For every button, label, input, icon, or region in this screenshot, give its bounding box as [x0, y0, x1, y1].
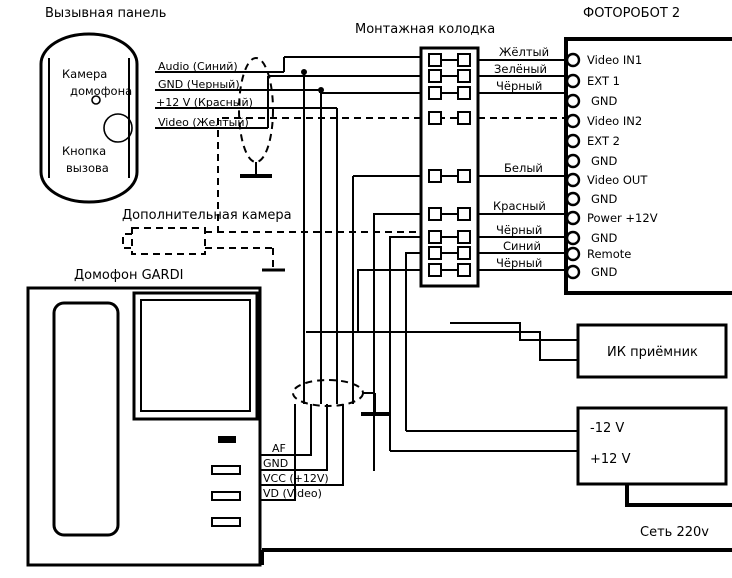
call-panel-wire-lines: [155, 56, 421, 416]
psu-label-negative: -12 V: [590, 421, 624, 436]
lower-routing-group: [306, 213, 421, 471]
terminal-row: [428, 169, 471, 183]
button-label-line1: Кнопка: [62, 144, 106, 158]
monitor-terminal-vcc: VCC (+12V): [263, 472, 329, 485]
color-label-black-3: Чёрный: [496, 256, 542, 270]
pin-label-gnd-5: GND: [591, 265, 618, 279]
terminal-row: [428, 86, 471, 100]
monitor-terminal-vd: VD (Video): [263, 487, 322, 500]
pin-label-ext1: EXT 1: [587, 74, 620, 88]
extra-camera-lens: [122, 233, 132, 249]
monitor-button-2[interactable]: [211, 491, 241, 501]
color-label-blue: Синий: [503, 239, 541, 253]
monitor-terminal-gnd: GND: [263, 457, 288, 470]
pin-label-video-in2: Video IN2: [587, 114, 642, 128]
color-label-yellow: Жёлтый: [499, 45, 549, 59]
pin-label-gnd-2: GND: [591, 154, 618, 168]
psu-label-positive: +12 V: [590, 452, 631, 467]
mains-label: Сеть 220v: [640, 525, 709, 540]
title-extra-camera: Дополнительная камера: [122, 208, 292, 223]
pin-label-video-out: Video OUT: [587, 173, 648, 187]
camera-label-line2: домофона: [70, 84, 132, 98]
pin-label-gnd-1: GND: [591, 94, 618, 108]
pin-ext2[interactable]: [565, 133, 581, 149]
monitor-screen-bezel: [132, 291, 259, 421]
mains-group: [260, 548, 732, 565]
pin-gnd-3[interactable]: [565, 191, 581, 207]
terminal-row: [428, 53, 471, 67]
terminal-row: [428, 246, 471, 260]
terminal-row: [428, 263, 471, 277]
pin-gnd-1[interactable]: [565, 93, 581, 109]
terminal-rows: [428, 53, 471, 277]
title-device: ФОТОРОБОТ 2: [583, 6, 680, 21]
ir-wire-2: [306, 331, 578, 361]
pin-label-ext2: EXT 2: [587, 134, 620, 148]
color-label-black-1: Чёрный: [496, 79, 542, 93]
pin-gnd-2[interactable]: [565, 153, 581, 169]
extra-camera-group: [122, 117, 421, 272]
terminal-row: [428, 230, 471, 244]
ir-receiver-label: ИК приёмник: [607, 345, 698, 360]
pin-video-in2[interactable]: [565, 113, 581, 129]
monitor-group: [26, 286, 262, 567]
pin-gnd-4[interactable]: [565, 230, 581, 246]
terminal-row: [428, 207, 471, 221]
pin-label-remote: Remote: [587, 247, 631, 261]
call-panel-group: [39, 32, 139, 204]
pin-remote[interactable]: [565, 246, 581, 262]
pin-video-in1[interactable]: [565, 52, 581, 68]
terminal-row: [428, 111, 471, 125]
wire-label-12v: +12 V (Красный): [156, 96, 253, 109]
route-black-gnd2: [306, 269, 421, 333]
wire-label-video: Video (Желтый): [158, 116, 249, 129]
title-monitor: Домофон GARDI: [74, 268, 183, 283]
psu-mains-lead: [625, 484, 732, 507]
monitor-button-1[interactable]: [211, 465, 241, 475]
wire-label-audio: Audio (Синий): [158, 60, 238, 73]
call-panel-outline: [39, 32, 139, 204]
button-label-line2: вызова: [66, 161, 109, 175]
monitor-handset: [52, 301, 120, 537]
color-label-white: Белый: [504, 161, 543, 175]
pin-gnd-5[interactable]: [565, 264, 581, 280]
monitor-screen: [140, 299, 251, 412]
device-pin-circles: [565, 52, 581, 280]
wiring-diagram-canvas: Вызывная панель Монтажная колодка ФОТОРО…: [0, 0, 732, 578]
terminal-row: [428, 69, 471, 83]
title-call-panel: Вызывная панель: [45, 6, 166, 21]
power-supply-body: [576, 406, 728, 486]
pin-label-gnd-4: GND: [591, 231, 618, 245]
camera-label-line1: Камера: [62, 67, 107, 81]
extra-camera-body: [131, 227, 206, 255]
pin-ext1[interactable]: [565, 73, 581, 89]
diagram-svg: Вызывная панель Монтажная колодка ФОТОРО…: [26, 6, 732, 567]
pin-label-power-12v: Power +12V: [587, 211, 658, 225]
pin-label-gnd-3: GND: [591, 192, 618, 206]
route-blue-remote: [405, 252, 421, 431]
color-label-red: Красный: [493, 199, 546, 213]
call-button-icon[interactable]: [103, 113, 133, 143]
pin-label-video-in1: Video IN1: [587, 53, 642, 67]
monitor-button-3[interactable]: [211, 517, 241, 527]
title-terminal-block: Монтажная колодка: [355, 22, 495, 37]
monitor-indicator-led: [218, 436, 236, 443]
color-label-green: Зелёный: [494, 62, 547, 76]
color-label-black-2: Чёрный: [496, 223, 542, 237]
power-supply-group: [390, 406, 732, 507]
pin-video-out[interactable]: [565, 172, 581, 188]
monitor-terminal-af: AF: [272, 442, 286, 455]
wire-label-gnd: GND (Черный): [158, 78, 240, 91]
terminal-block-group: [419, 46, 480, 288]
pin-power-12v[interactable]: [565, 210, 581, 226]
